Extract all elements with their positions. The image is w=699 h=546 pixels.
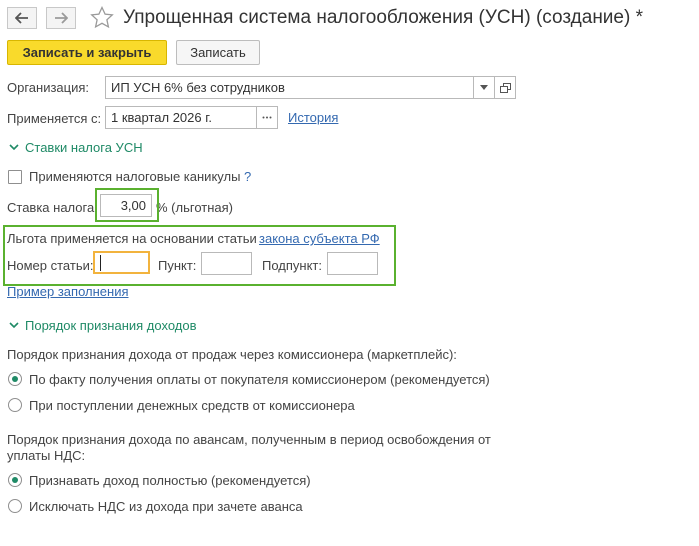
applies-from-value: 1 квартал 2026 г. [111, 110, 212, 125]
example-link[interactable]: Пример заполнения [7, 284, 129, 299]
commission-option-1-radio[interactable] [8, 372, 22, 386]
rates-group-header[interactable]: Ставки налога УСН [9, 140, 143, 155]
organization-dropdown-button[interactable] [473, 76, 495, 99]
point-field[interactable] [201, 252, 252, 275]
income-group-header[interactable]: Порядок признания доходов [9, 318, 197, 333]
chevron-down-icon [480, 85, 488, 90]
history-link[interactable]: История [288, 110, 338, 125]
commission-option-2-radio[interactable] [8, 398, 22, 412]
organization-label: Организация: [7, 80, 90, 95]
organization-open-button[interactable] [494, 76, 516, 99]
article-number-field[interactable] [93, 251, 150, 274]
open-window-icon [499, 82, 511, 93]
advance-option-1-radio[interactable] [8, 473, 22, 487]
commission-option-1-label: По факту получения оплаты от покупателя … [29, 372, 490, 387]
organization-field[interactable]: ИП УСН 6% без сотрудников [105, 76, 474, 99]
advance-heading-line-1: Порядок признания дохода по авансам, пол… [7, 432, 491, 447]
advance-option-2-radio[interactable] [8, 499, 22, 513]
chevron-down-icon [9, 144, 19, 151]
applies-from-field[interactable]: 1 квартал 2026 г. [105, 106, 257, 129]
income-group-title: Порядок признания доходов [25, 318, 197, 333]
rates-group-title: Ставки налога УСН [25, 140, 143, 155]
advance-option-1-label: Признавать доход полностью (рекомендуетс… [29, 473, 311, 488]
organization-value: ИП УСН 6% без сотрудников [111, 80, 285, 95]
advance-option-2-label: Исключать НДС из дохода при зачете аванс… [29, 499, 303, 514]
page-title: Упрощенная система налогообложения (УСН)… [123, 7, 643, 28]
tax-rate-value: 3,00 [120, 198, 146, 213]
period-select-button[interactable] [256, 106, 278, 129]
point-label: Пункт: [158, 258, 197, 273]
help-icon[interactable]: ? [244, 169, 251, 184]
basis-label: Льгота применяется на основании статьи [7, 231, 257, 246]
tax-rate-suffix: % (льготная) [156, 200, 233, 215]
back-button[interactable] [7, 7, 37, 29]
subpoint-label: Подпункт: [262, 258, 322, 273]
tax-holidays-label: Применяются налоговые каникулы [29, 169, 241, 184]
commission-heading: Порядок признания дохода от продаж через… [7, 347, 457, 362]
text-cursor [100, 254, 101, 271]
favorite-star-icon[interactable] [90, 5, 114, 32]
arrow-right-icon [55, 12, 68, 24]
tax-rate-label: Ставка налога: [7, 200, 98, 215]
chevron-down-icon [9, 322, 19, 329]
article-label: Номер статьи: [7, 258, 94, 273]
tax-rate-field[interactable]: 3,00 [100, 194, 152, 217]
forward-button[interactable] [46, 7, 76, 29]
advance-heading-line-2: уплаты НДС: [7, 448, 86, 463]
tax-holidays-checkbox[interactable] [8, 170, 22, 184]
applies-from-label: Применяется с: [7, 111, 102, 126]
save-button[interactable]: Записать [176, 40, 260, 65]
subpoint-field[interactable] [327, 252, 378, 275]
arrow-left-icon [15, 12, 28, 24]
regional-law-link[interactable]: закона субъекта РФ [259, 231, 380, 246]
commission-option-2-label: При поступлении денежных средств от коми… [29, 398, 355, 413]
ellipsis-icon [262, 116, 272, 119]
save-and-close-button[interactable]: Записать и закрыть [7, 40, 167, 65]
